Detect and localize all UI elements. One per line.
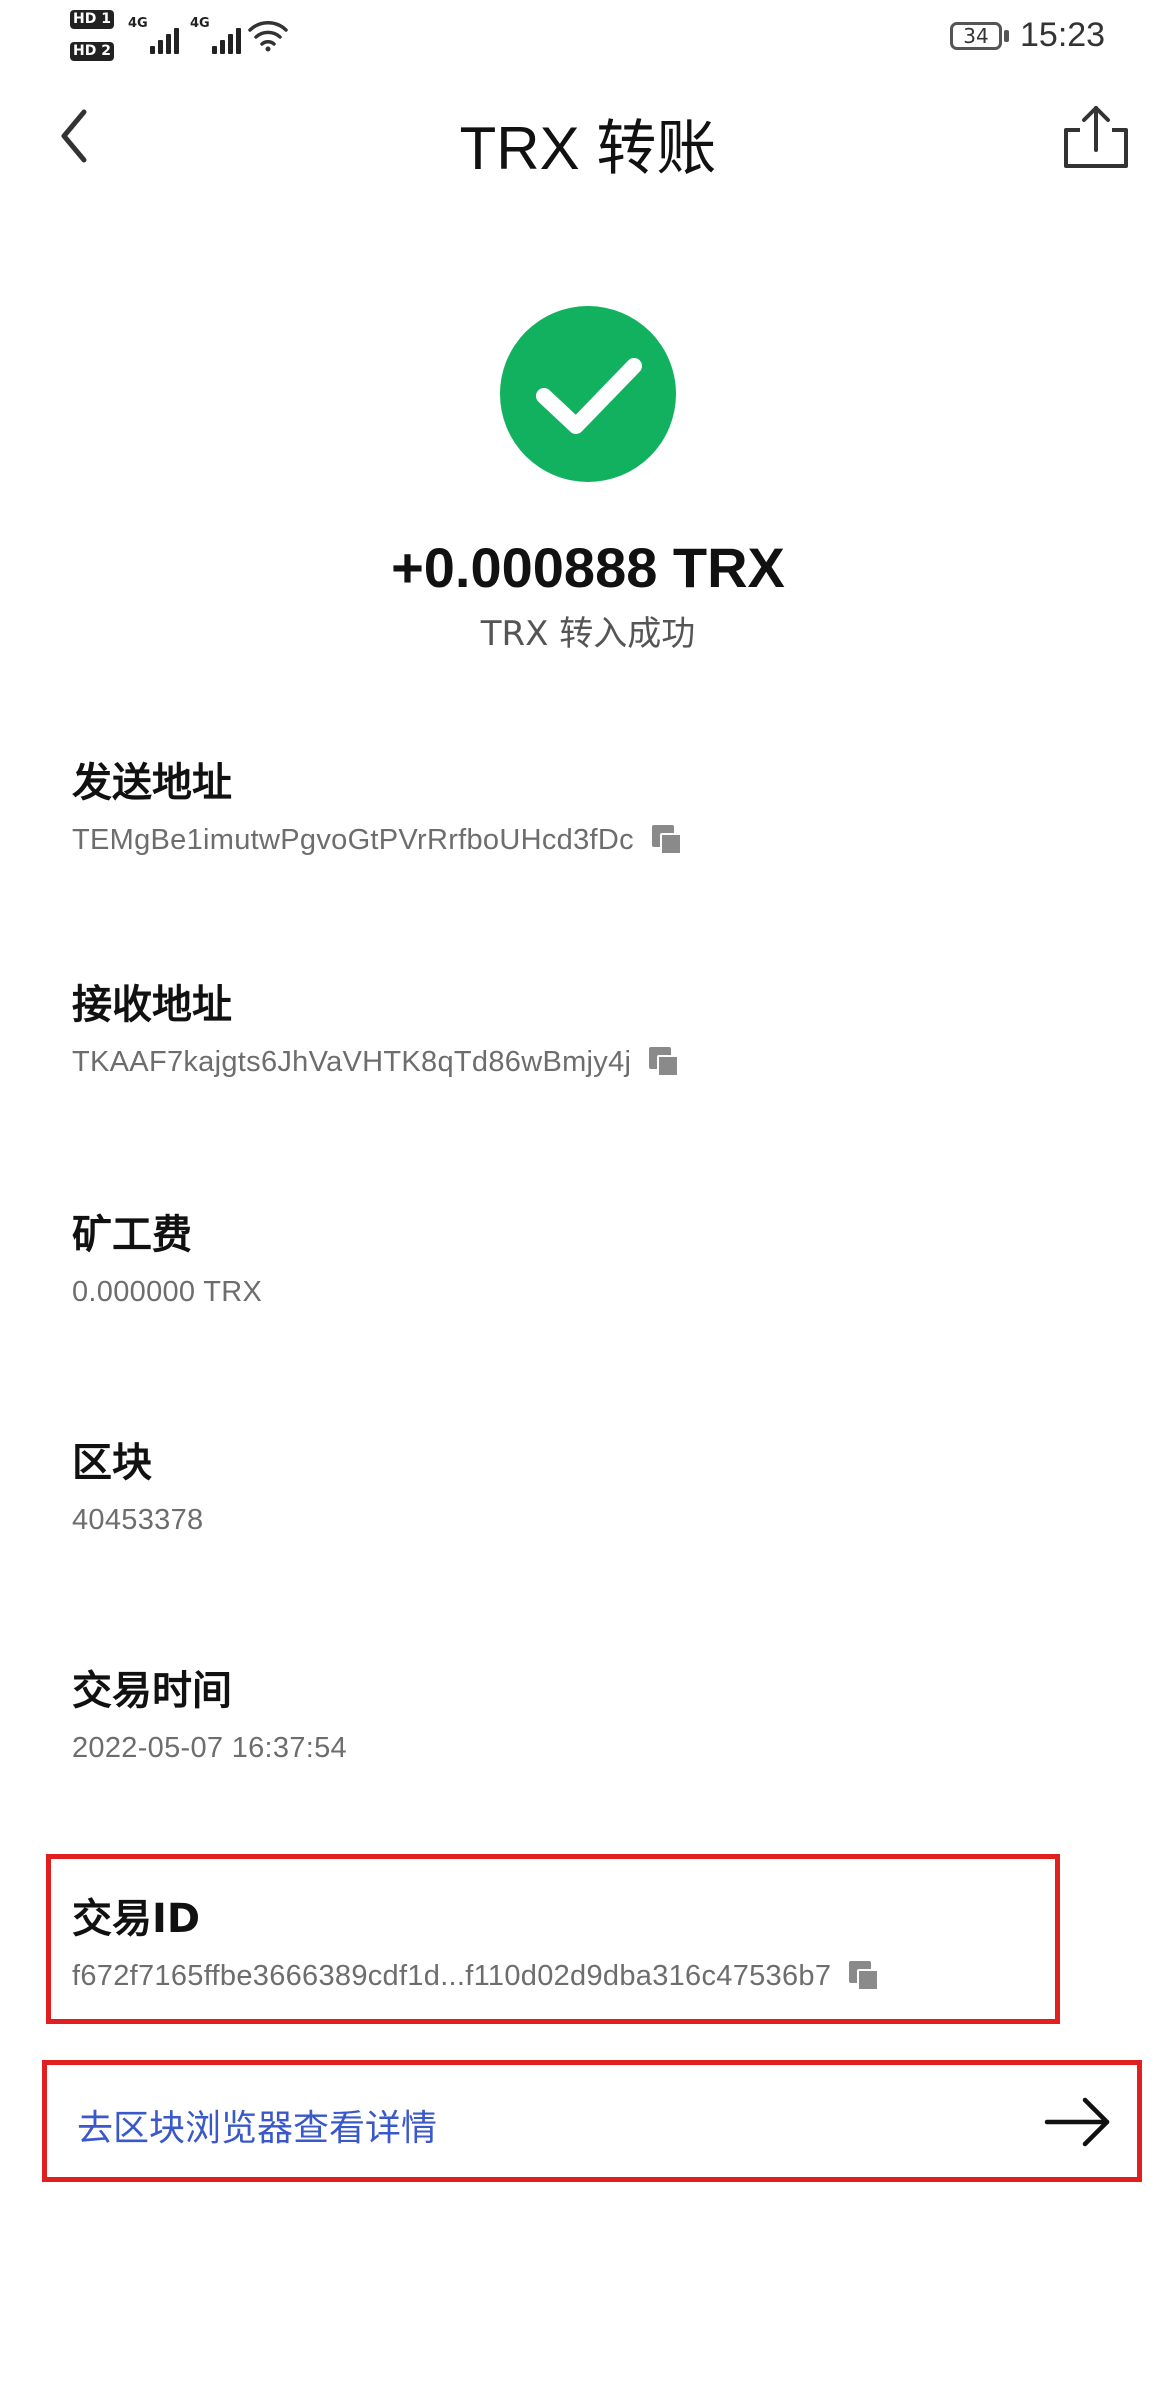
success-check-icon — [500, 306, 676, 482]
transaction-time-field: 交易时间 2022-05-07 16:37:54 — [72, 1666, 347, 1766]
field-label: 矿工费 — [72, 1212, 192, 1258]
transfer-detail-screen: HD 1 HD 2 4G 4G 34 15:23 TRX 转账 +0.00088… — [0, 0, 1176, 2400]
explorer-link-label: 去区块浏览器查看详情 — [77, 2108, 438, 2149]
transaction-time-value: 2022-05-07 16:37:54 — [72, 1732, 347, 1764]
battery-icon: 34 — [950, 22, 1002, 50]
transfer-status: TRX 转入成功 — [480, 614, 696, 654]
page-title: TRX 转账 — [459, 115, 717, 182]
share-icon[interactable] — [1060, 104, 1132, 172]
view-on-explorer-link[interactable]: 去区块浏览器查看详情 — [42, 2060, 1142, 2182]
receiver-address-field: 接收地址 TKAAF7kajgts6JhVaVHTK8qTd86wBmjy4j — [72, 980, 680, 1080]
status-bar: HD 1 HD 2 4G 4G 34 15:23 — [0, 0, 1176, 80]
field-label: 交易时间 — [72, 1668, 232, 1714]
sim2-badge: HD 2 — [70, 42, 114, 61]
field-label: 发送地址 — [72, 760, 232, 806]
network-type-label: 4G — [190, 16, 210, 31]
sender-address-field: 发送地址 TEMgBe1imutwPgvoGtPVrRrfboUHcd3fDc — [72, 758, 682, 858]
transfer-amount: +0.000888 TRX — [391, 536, 785, 599]
battery-level: 34 — [963, 24, 989, 48]
field-label: 交易ID — [72, 1896, 201, 1942]
transaction-id-value: f672f7165ffbe3666389cdf1d...f110d02d9dba… — [72, 1960, 832, 1992]
clock: 15:23 — [1020, 16, 1106, 54]
field-label: 区块 — [72, 1440, 152, 1486]
sim1-badge: HD 1 — [70, 10, 114, 29]
fee-value: 0.000000 TRX — [72, 1276, 263, 1308]
block-value: 40453378 — [72, 1504, 204, 1536]
sender-address-value: TEMgBe1imutwPgvoGtPVrRrfboUHcd3fDc — [72, 824, 634, 856]
network-type-label: 4G — [128, 16, 148, 31]
receiver-address-value: TKAAF7kajgts6JhVaVHTK8qTd86wBmjy4j — [72, 1046, 632, 1078]
battery-tip — [1004, 30, 1009, 42]
copy-icon[interactable] — [651, 825, 682, 855]
fee-field: 矿工费 0.000000 TRX — [72, 1210, 262, 1310]
arrow-right-icon — [1044, 2097, 1110, 2147]
field-label: 接收地址 — [72, 982, 232, 1028]
copy-icon[interactable] — [849, 1961, 880, 1991]
block-field: 区块 40453378 — [72, 1438, 203, 1538]
wifi-icon — [248, 21, 288, 52]
copy-icon[interactable] — [649, 1047, 680, 1077]
transaction-id-field: 交易ID f672f7165ffbe3666389cdf1d...f110d02… — [72, 1894, 880, 1994]
